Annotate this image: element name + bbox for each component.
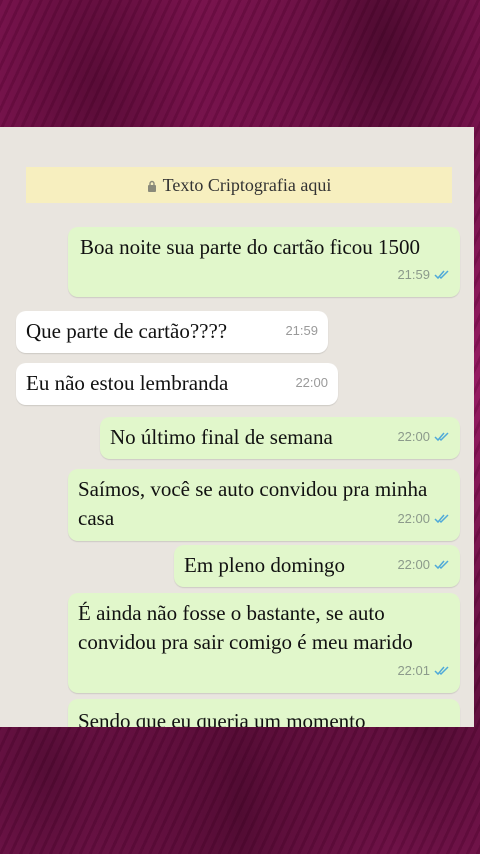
message-time: 21:59 [285,323,318,338]
message-time: 22:00 [397,557,430,572]
message-time: 22:00 [295,375,328,390]
message-bubble-incoming[interactable]: Que parte de cartão???? 21:59 [16,311,328,353]
double-check-read-icon [434,432,449,442]
double-check-read-icon [434,270,449,280]
double-check-read-icon [434,560,449,570]
message-text: É ainda não fosse o bastante, se auto co… [78,601,413,654]
message-text: Boa noite sua parte do cartão ficou 1500 [80,235,420,259]
message-bubble-outgoing[interactable]: Sendo que eu queria um momento [68,699,460,727]
message-bubble-outgoing[interactable]: Boa noite sua parte do cartão ficou 1500… [68,227,460,297]
message-bubble-outgoing[interactable]: Em pleno domingo 22:00 [174,545,460,587]
message-time: 22:00 [397,429,430,444]
lock-icon [147,180,156,192]
message-meta: 22:00 [295,368,328,397]
message-bubble-incoming[interactable]: Eu não estou lembranda 22:00 [16,363,338,405]
double-check-read-icon [434,666,449,676]
message-text: Eu não estou lembranda [26,371,229,395]
message-meta: 22:00 [397,550,450,579]
message-time: 21:59 [397,267,430,282]
message-bubble-outgoing[interactable]: Saímos, você se auto convidou pra minha … [68,469,460,541]
message-meta: 21:59 [285,316,318,345]
encryption-banner: Texto Criptografia aqui [26,167,452,203]
message-time: 22:00 [397,511,430,526]
message-meta: 22:01 [397,656,450,685]
message-text: Sendo que eu queria um momento [78,709,366,727]
message-text: Saímos, você se auto convidou pra minha … [78,477,428,530]
chat-area[interactable]: Texto Criptografia aqui Boa noite sua pa… [0,127,474,727]
message-bubble-outgoing[interactable]: No último final de semana 22:00 [100,417,460,459]
double-check-read-icon [434,514,449,524]
encryption-banner-text: Texto Criptografia aqui [162,174,332,195]
message-meta: 22:00 [397,422,450,451]
message-text: Que parte de cartão???? [26,319,228,343]
message-meta: 21:59 [397,260,450,289]
message-meta: 22:00 [397,504,450,533]
message-time: 22:01 [397,663,430,678]
message-bubble-outgoing[interactable]: É ainda não fosse o bastante, se auto co… [68,593,460,693]
